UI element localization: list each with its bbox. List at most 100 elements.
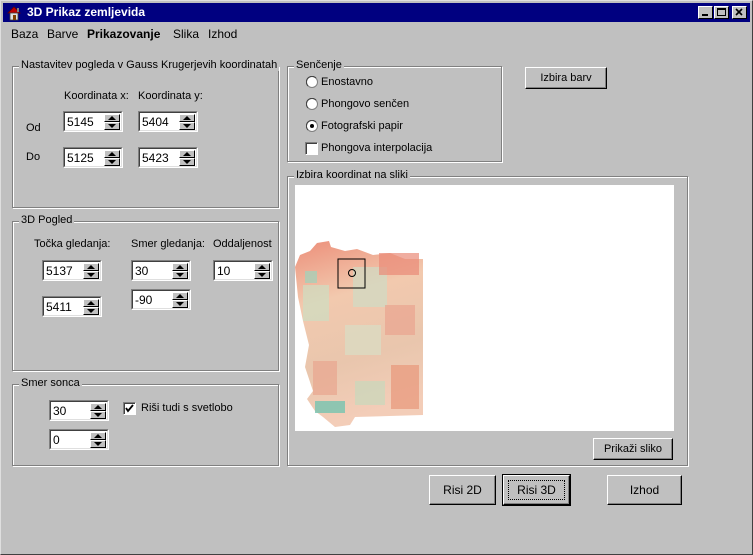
spin-down-button[interactable] xyxy=(90,440,106,448)
to-x-spin[interactable]: 5125 xyxy=(63,147,123,168)
spin-up-button[interactable] xyxy=(172,263,188,271)
to-y-value[interactable]: 5423 xyxy=(142,151,169,165)
from-y-value[interactable]: 5404 xyxy=(142,115,169,129)
spin-down-button[interactable] xyxy=(179,158,195,166)
sun-2-value[interactable]: 0 xyxy=(53,433,60,447)
radio-photo-paper[interactable] xyxy=(306,120,318,132)
arrow-down-icon xyxy=(183,124,191,128)
spin-down-button[interactable] xyxy=(254,271,270,279)
spin-up-button[interactable] xyxy=(83,263,99,271)
exit-button[interactable]: Izhod xyxy=(607,475,682,505)
spin-up-button[interactable] xyxy=(90,432,106,440)
spin-down-button[interactable] xyxy=(83,307,99,315)
shading-phong-label[interactable]: Phongovo senčen xyxy=(321,98,409,110)
sun-2-spin[interactable]: 0 xyxy=(49,429,109,450)
from-x-value[interactable]: 5145 xyxy=(67,115,94,129)
minimize-button[interactable] xyxy=(698,6,713,19)
eye-y-value[interactable]: 5411 xyxy=(46,300,72,314)
from-y-spin[interactable]: 5404 xyxy=(138,111,198,132)
menu-barve[interactable]: Barve xyxy=(47,27,78,41)
terrain-patch xyxy=(313,361,337,395)
arrow-up-icon xyxy=(258,265,266,269)
spin-down-button[interactable] xyxy=(172,300,188,308)
light-label[interactable]: Riši tudi s svetlobo xyxy=(141,402,233,414)
spin-up-button[interactable] xyxy=(104,150,120,158)
sun-1-spin[interactable]: 30 xyxy=(49,400,109,421)
from-x-spin[interactable]: 5145 xyxy=(63,111,123,132)
spin-down-button[interactable] xyxy=(179,122,195,130)
spin-up-button[interactable] xyxy=(179,114,195,122)
spin-down-button[interactable] xyxy=(104,158,120,166)
phong-interp-checkbox[interactable] xyxy=(305,142,318,155)
eye-x-value[interactable]: 5137 xyxy=(46,264,73,278)
view-extent-group: Nastavitev pogleda v Gauss Krugerjevih k… xyxy=(12,59,280,208)
arrow-down-icon xyxy=(183,160,191,164)
shading-simple-label[interactable]: Enostavno xyxy=(321,76,373,88)
spin-down-button[interactable] xyxy=(104,122,120,130)
shading-group: Senčenje Enostavno Phongovo senčen Fotog… xyxy=(287,59,502,162)
spin-up-button[interactable] xyxy=(104,114,120,122)
spin-down-button[interactable] xyxy=(83,271,99,279)
title-bar[interactable]: 3D Prikaz zemljevida xyxy=(3,3,750,22)
menu-izhod[interactable]: Izhod xyxy=(208,27,237,41)
maximize-icon xyxy=(717,8,726,16)
phong-interp-label[interactable]: Phongova interpolacija xyxy=(321,142,432,154)
direction-1-value[interactable]: 30 xyxy=(135,264,148,278)
arrow-down-icon xyxy=(87,273,95,277)
arrow-up-icon xyxy=(94,434,102,438)
arrow-up-icon xyxy=(183,152,191,156)
terrain-map[interactable] xyxy=(295,185,674,431)
spin-up-button[interactable] xyxy=(90,403,106,411)
sun-1-value[interactable]: 30 xyxy=(53,404,66,418)
distance-label: Oddaljenost xyxy=(213,238,272,250)
light-checkbox[interactable] xyxy=(123,402,136,415)
menu-prikazovanje[interactable]: Prikazovanje xyxy=(87,27,160,41)
spin-down-button[interactable] xyxy=(172,271,188,279)
direction-1-spin[interactable]: 30 xyxy=(131,260,191,281)
draw-2d-button[interactable]: Risi 2D xyxy=(429,475,496,505)
radio-phong[interactable] xyxy=(306,98,318,110)
view-direction-label: Smer gledanja: xyxy=(131,238,205,250)
close-button[interactable] xyxy=(732,6,747,19)
menu-baza[interactable]: Baza xyxy=(11,27,38,41)
direction-2-spin[interactable]: -90 xyxy=(131,289,191,310)
arrow-down-icon xyxy=(94,413,102,417)
terrain-map-canvas[interactable] xyxy=(295,185,674,431)
distance-value[interactable]: 10 xyxy=(217,264,230,278)
sun-direction-group: Smer sonca 30 0 Riši tudi s svetlobo xyxy=(12,377,279,466)
spin-up-button[interactable] xyxy=(172,292,188,300)
terrain-water xyxy=(305,271,317,283)
distance-spin[interactable]: 10 xyxy=(213,260,273,281)
terrain-patch xyxy=(303,285,329,321)
show-image-button[interactable]: Prikaži sliko xyxy=(593,438,673,460)
arrow-down-icon xyxy=(108,160,116,164)
spin-up-button[interactable] xyxy=(254,263,270,271)
terrain-patch xyxy=(355,381,385,405)
arrow-up-icon xyxy=(108,116,116,120)
spin-up-button[interactable] xyxy=(83,299,99,307)
coord-y-label: Koordinata y: xyxy=(138,90,203,102)
eye-y-spin[interactable]: 5411 xyxy=(42,296,102,317)
shading-photo-label[interactable]: Fotografski papir xyxy=(321,120,403,132)
spin-down-button[interactable] xyxy=(90,411,106,419)
draw-3d-button[interactable]: Risi 3D xyxy=(502,474,571,506)
radio-simple[interactable] xyxy=(306,76,318,88)
direction-2-value[interactable]: -90 xyxy=(135,293,152,307)
view3d-group: 3D Pogled Točka gledanja: Smer gledanja:… xyxy=(12,214,279,371)
to-x-value[interactable]: 5125 xyxy=(67,151,94,165)
arrow-down-icon xyxy=(258,273,266,277)
color-select-button[interactable]: Izbira barv xyxy=(525,67,607,89)
eye-x-spin[interactable]: 5137 xyxy=(42,260,102,281)
arrow-down-icon xyxy=(94,442,102,446)
shading-title: Senčenje xyxy=(294,59,344,71)
maximize-button[interactable] xyxy=(714,6,729,19)
menu-slika[interactable]: Slika xyxy=(173,27,199,41)
arrow-up-icon xyxy=(108,152,116,156)
row-from-label: Od xyxy=(26,122,41,134)
checkmark-icon xyxy=(125,404,134,413)
window-title: 3D Prikaz zemljevida xyxy=(27,5,146,19)
to-y-spin[interactable]: 5423 xyxy=(138,147,198,168)
spin-up-button[interactable] xyxy=(179,150,195,158)
app-window: 3D Prikaz zemljevida Baza Barve Prikazov… xyxy=(0,0,753,555)
house-icon xyxy=(7,6,21,21)
